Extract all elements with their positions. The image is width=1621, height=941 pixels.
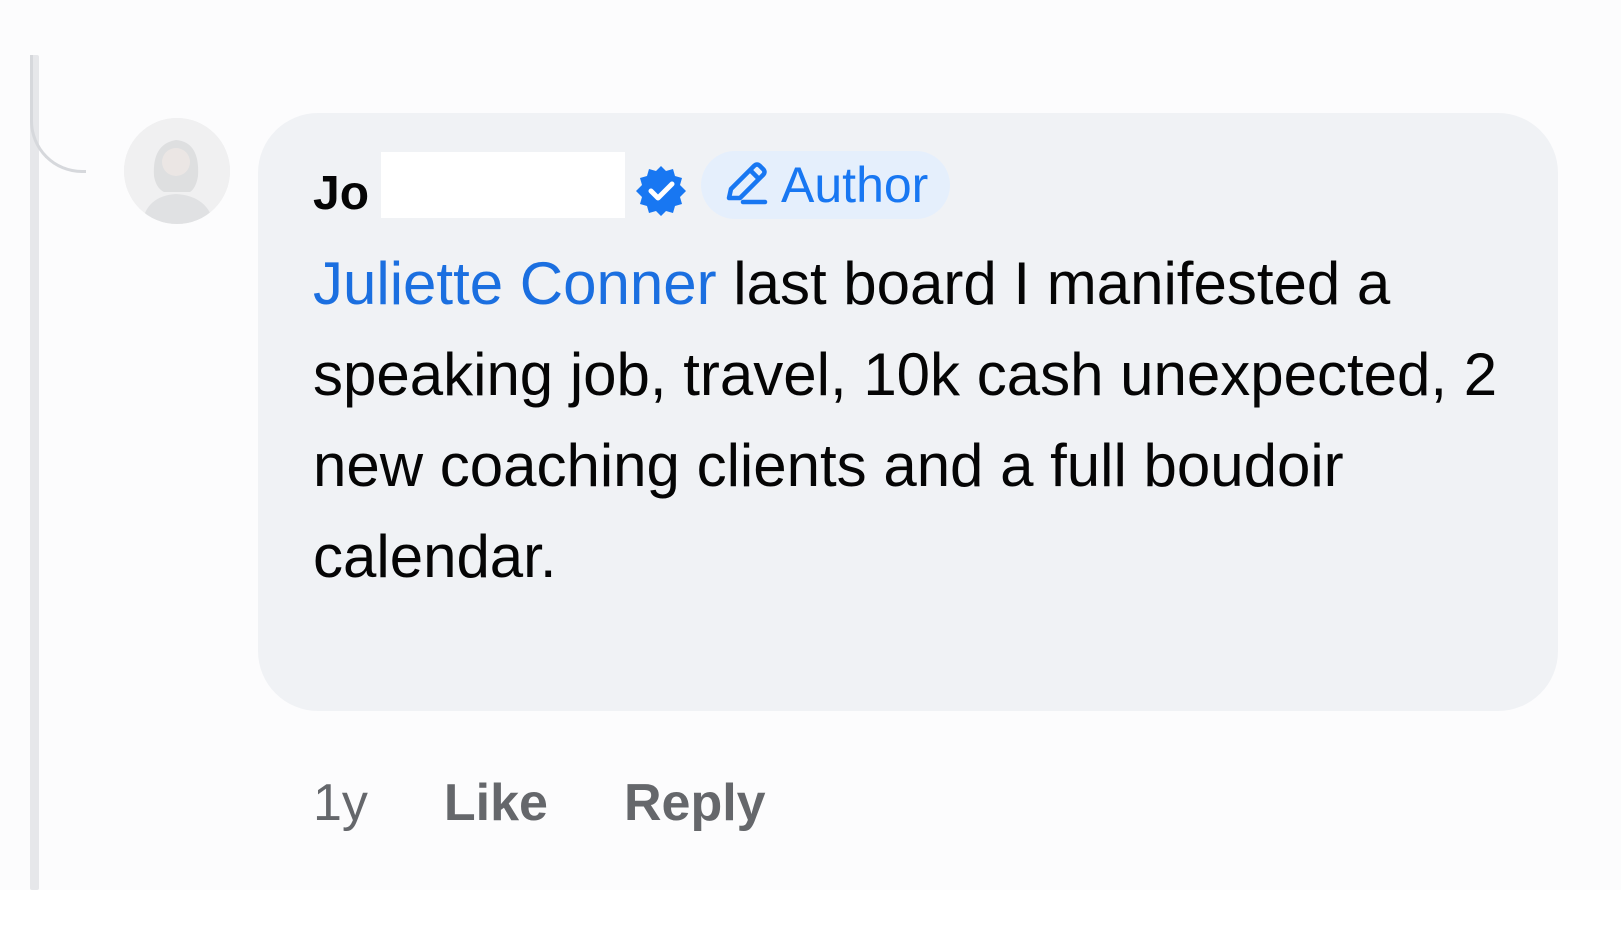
mention-link[interactable]: Juliette Conner bbox=[313, 250, 717, 317]
comment-timestamp[interactable]: 1y bbox=[313, 773, 368, 833]
redacted-name-block bbox=[381, 152, 626, 218]
comment-thread: Jo Author Juliette Conner last board I m… bbox=[0, 0, 1621, 890]
author-name[interactable]: Jo bbox=[313, 170, 369, 218]
author-badge: Author bbox=[701, 151, 951, 219]
verified-check-icon bbox=[633, 163, 689, 219]
comment-body: Juliette Conner last board I manifested … bbox=[313, 238, 1543, 602]
comment-header: Jo Author bbox=[313, 150, 951, 220]
pencil-icon bbox=[721, 158, 771, 213]
comment-actions: 1y Like Reply bbox=[313, 768, 766, 838]
comment-screenshot: Jo Author Juliette Conner last board I m… bbox=[0, 0, 1621, 941]
thread-connector-line bbox=[30, 55, 39, 890]
reply-button[interactable]: Reply bbox=[624, 773, 766, 833]
person-silhouette-icon bbox=[124, 118, 230, 224]
author-badge-label: Author bbox=[781, 157, 929, 213]
avatar[interactable] bbox=[124, 118, 230, 224]
like-button[interactable]: Like bbox=[444, 773, 548, 833]
